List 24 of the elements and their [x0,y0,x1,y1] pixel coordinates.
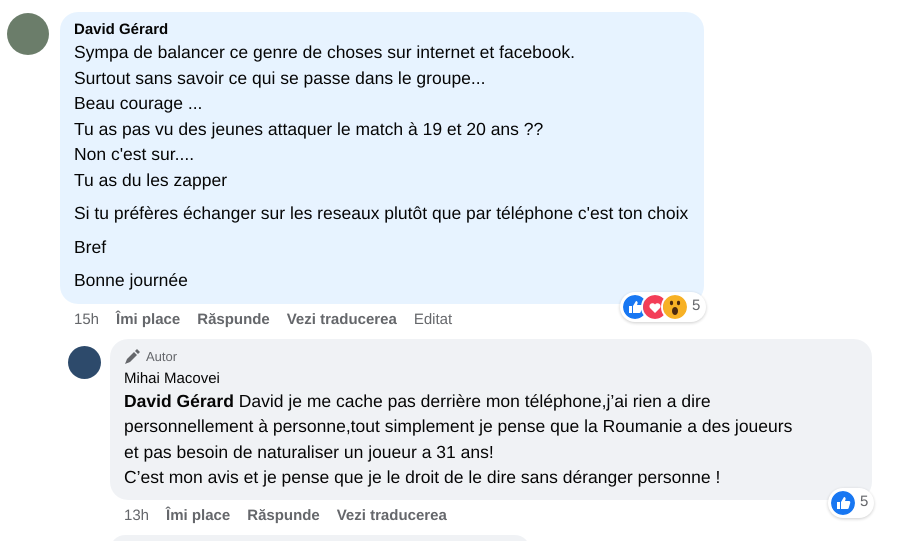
action-link[interactable]: Vezi traducerea [286,308,397,331]
action-link[interactable]: Vezi traducerea [336,504,447,527]
comment-text: Sympa de balancer ce genre de choses sur internet et facebook. Surtout sans savoir ce qui se passe dans le groupe... Beau courage ... Tu as pas vu des jeunes attaquer le match à 19 et 20 ans ?? Non c'est sur.... Tu as du les zapper [74,41,576,192]
action-link[interactable]: Răspunde [197,308,270,331]
pen-icon [124,348,140,365]
thumbs-up-icon [829,488,857,516]
reaction-summary[interactable]: 5 [828,488,874,518]
comment-text: Si tu préfères échanger sur les reseaux plutôt que par téléphone c'est ton choix [74,202,688,225]
action-link[interactable]: Răspunde [247,504,320,527]
timestamp[interactable]: 15h [74,308,100,331]
author-name[interactable]: David Gérard [74,20,168,40]
author-name[interactable]: Mihai Macovei [124,368,220,388]
action-link[interactable]: Îmi place [116,308,180,331]
comment-text: Bref [74,236,108,258]
comment-text: Bonne journée [74,269,189,292]
action-link[interactable]: Îmi place [166,504,230,527]
avatar[interactable] [68,346,101,379]
surprised-face-icon [660,292,689,320]
edited-label: Editat [414,310,452,330]
comment-text: David Gérard David je me cache pas derrière mon téléphone,j’ai rien a dire personnellement à personne,tout simplement je pense que la Roumanie a des joueurs et pas besoin de naturaliser un joueur a 31 ans! C’est mon avis et je pense que je le droit de le dire sans déranger personne ! [124,390,792,489]
timestamp[interactable]: 13h [124,504,150,527]
author-label: Autor [146,348,178,366]
reaction-summary[interactable]: 5 [620,292,706,322]
avatar[interactable] [7,13,49,55]
